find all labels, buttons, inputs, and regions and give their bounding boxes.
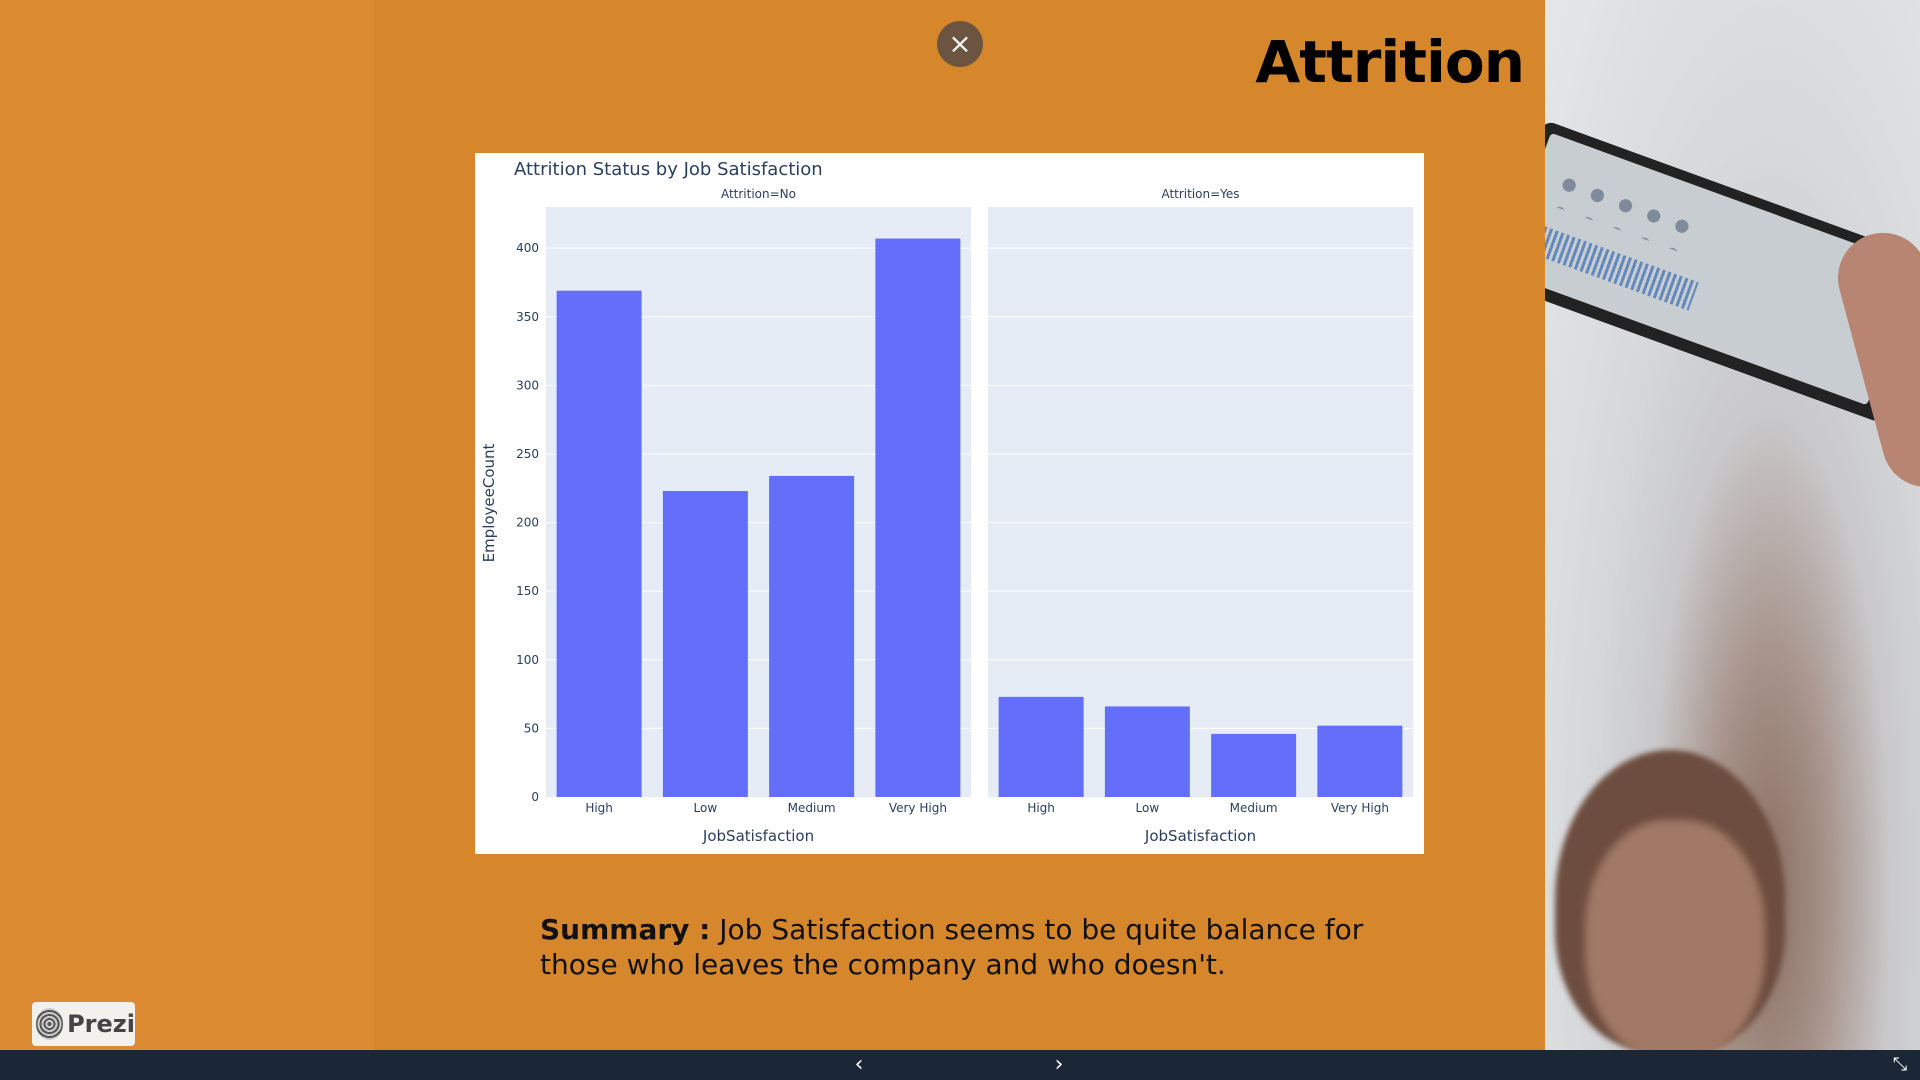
expand-icon: ⤡ bbox=[1892, 1054, 1908, 1075]
close-button[interactable]: × bbox=[937, 21, 983, 67]
x-tick-label: Very High bbox=[1331, 801, 1389, 815]
x-tick-label: Very High bbox=[889, 801, 947, 815]
previous-button[interactable]: ‹ bbox=[846, 1052, 872, 1078]
y-tick-label: 350 bbox=[516, 310, 539, 324]
x-axis-label: JobSatisfaction bbox=[1144, 827, 1256, 845]
summary-label: Summary : bbox=[540, 913, 711, 946]
x-tick-label: Medium bbox=[788, 801, 836, 815]
chevron-left-icon: ‹ bbox=[854, 1052, 864, 1077]
facet-label: Attrition=No bbox=[721, 187, 796, 201]
y-axis-label: EmployeeCount bbox=[480, 443, 498, 562]
chart-title: Attrition Status by Job Satisfaction bbox=[514, 159, 823, 180]
x-tick-label: High bbox=[1027, 801, 1055, 815]
facet-label: Attrition=Yes bbox=[1161, 187, 1239, 201]
y-tick-label: 300 bbox=[516, 378, 539, 392]
fullscreen-button[interactable]: ⤡ bbox=[1888, 1053, 1912, 1077]
bar bbox=[875, 238, 961, 798]
y-tick-label: 50 bbox=[524, 721, 539, 735]
next-button[interactable]: › bbox=[1046, 1052, 1072, 1078]
y-tick-label: 0 bbox=[531, 790, 539, 804]
prezi-badge[interactable]: Prezi bbox=[32, 1002, 135, 1046]
prezi-logo-icon bbox=[36, 1008, 64, 1040]
y-tick-label: 200 bbox=[516, 516, 539, 530]
bar bbox=[662, 491, 748, 797]
bar bbox=[769, 475, 855, 797]
y-tick-label: 250 bbox=[516, 447, 539, 461]
x-tick-label: Low bbox=[1136, 801, 1160, 815]
slide-title: Attrition bbox=[1255, 28, 1525, 96]
close-icon: × bbox=[948, 27, 972, 60]
bar bbox=[1211, 733, 1297, 797]
y-tick-label: 150 bbox=[516, 584, 539, 598]
chevron-right-icon: › bbox=[1054, 1052, 1064, 1077]
bar bbox=[1104, 706, 1190, 797]
bar bbox=[1317, 725, 1403, 797]
x-tick-label: Low bbox=[694, 801, 718, 815]
chart-svg: Attrition Status by Job Satisfaction Emp… bbox=[480, 159, 1413, 845]
y-tick-label: 100 bbox=[516, 653, 539, 667]
bottom-navigation-bar bbox=[0, 1050, 1920, 1080]
x-tick-label: High bbox=[585, 801, 613, 815]
background-photo bbox=[1545, 0, 1920, 1050]
summary-text: Summary : Job Satisfaction seems to be q… bbox=[540, 912, 1400, 982]
left-panel bbox=[0, 0, 374, 1050]
y-tick-label: 400 bbox=[516, 241, 539, 255]
bar bbox=[998, 696, 1084, 797]
x-axis-label: JobSatisfaction bbox=[702, 827, 814, 845]
bar bbox=[556, 290, 642, 797]
prezi-label: Prezi bbox=[67, 1010, 135, 1038]
x-tick-label: Medium bbox=[1230, 801, 1278, 815]
chart-card: Attrition Status by Job Satisfaction Emp… bbox=[475, 153, 1424, 854]
